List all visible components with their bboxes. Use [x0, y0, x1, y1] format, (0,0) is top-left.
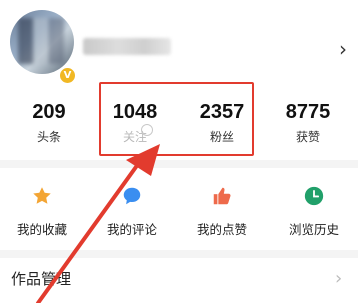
- action-label: 浏览历史: [288, 222, 339, 237]
- chevron-right-icon[interactable]: ›: [334, 38, 352, 60]
- stat-label: 头条: [36, 130, 61, 144]
- star-icon: [33, 187, 51, 204]
- chevron-right-icon[interactable]: ›: [335, 268, 342, 290]
- thumbs-up-icon: [213, 187, 231, 205]
- section-divider: [0, 250, 358, 258]
- profile-header[interactable]: V ›: [0, 0, 358, 92]
- stat-likes-received[interactable]: 8775 获赞: [273, 100, 343, 146]
- action-label: 我的评论: [106, 222, 157, 237]
- stat-label: 获赞: [295, 130, 320, 144]
- stat-headlines[interactable]: 209 头条: [14, 100, 84, 146]
- loading-indicator-icon: [141, 124, 153, 136]
- avatar[interactable]: [10, 10, 74, 74]
- action-comments[interactable]: 我的评论: [92, 185, 172, 239]
- action-history[interactable]: 浏览历史: [274, 185, 354, 239]
- verified-badge-icon: V: [58, 66, 77, 85]
- section-divider: [0, 160, 358, 168]
- action-label: 我的收藏: [16, 222, 67, 237]
- action-label: 我的点赞: [196, 222, 247, 237]
- annotation-highlight-box: [99, 82, 254, 156]
- works-management-title[interactable]: 作品管理: [11, 268, 71, 290]
- action-likes[interactable]: 我的点赞: [182, 185, 262, 239]
- action-favorites[interactable]: 我的收藏: [2, 185, 82, 239]
- stat-value: 209: [32, 101, 66, 123]
- username-redacted: [83, 38, 171, 55]
- comment-icon: [123, 187, 141, 205]
- clock-icon: [304, 186, 324, 206]
- stat-value: 8775: [285, 101, 331, 123]
- avatar-image: [18, 18, 64, 64]
